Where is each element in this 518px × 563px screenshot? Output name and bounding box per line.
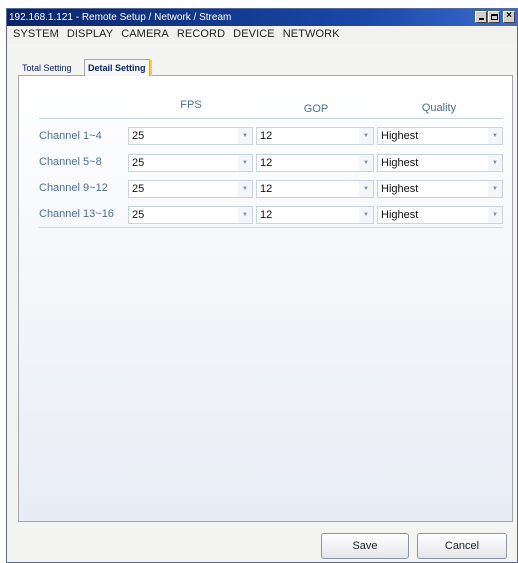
client-area: Total Setting Detail Setting FPS GOP Qua…	[7, 44, 517, 562]
channel-row-label: Channel 9~12	[39, 182, 108, 194]
gop-column-header: GOP	[303, 103, 329, 115]
tab-detail-setting[interactable]: Detail Setting	[84, 59, 152, 76]
menu-display[interactable]: DISPLAY	[63, 26, 117, 43]
fps-value: 25	[132, 130, 145, 142]
remote-setup-window: 192.168.1.121 - Remote Setup / Network /…	[6, 8, 518, 563]
gop-value: 12	[260, 130, 273, 142]
dropdown-arrow-icon[interactable]: ▼	[238, 155, 252, 171]
quality-value: Highest	[381, 183, 419, 195]
fps-select[interactable]: 25 ▼	[128, 127, 253, 145]
window-title: 192.168.1.121 - Remote Setup / Network /…	[9, 12, 232, 23]
close-icon: ×	[506, 10, 512, 21]
dropdown-arrow-icon[interactable]: ▼	[359, 155, 373, 171]
menu-camera[interactable]: CAMERA	[117, 26, 173, 43]
dropdown-arrow-icon[interactable]: ▼	[488, 181, 502, 197]
dropdown-arrow-icon[interactable]: ▼	[359, 207, 373, 223]
minimize-button[interactable]	[475, 11, 487, 23]
dropdown-arrow-icon[interactable]: ▼	[238, 181, 252, 197]
dropdown-arrow-icon[interactable]: ▼	[488, 128, 502, 144]
quality-column-header: Quality	[421, 102, 457, 114]
quality-select[interactable]: Highest ▼	[377, 127, 503, 145]
gop-select[interactable]: 12 ▼	[256, 206, 374, 224]
fps-select[interactable]: 25 ▼	[128, 206, 253, 224]
quality-select[interactable]: Highest ▼	[377, 206, 503, 224]
fps-select[interactable]: 25 ▼	[128, 154, 253, 172]
fps-value: 25	[132, 183, 145, 195]
quality-value: Highest	[381, 157, 419, 169]
gop-value: 12	[260, 209, 273, 221]
dropdown-arrow-icon[interactable]: ▼	[238, 128, 252, 144]
menu-system[interactable]: SYSTEM	[9, 26, 63, 43]
menu-record[interactable]: RECORD	[173, 26, 229, 43]
fps-value: 25	[132, 157, 145, 169]
dropdown-arrow-icon[interactable]: ▼	[488, 155, 502, 171]
channel-row-label: Channel 5~8	[39, 156, 102, 168]
dropdown-arrow-icon[interactable]: ▼	[488, 207, 502, 223]
minimize-icon	[479, 18, 484, 20]
table-bottom-divider	[39, 227, 503, 228]
quality-value: Highest	[381, 130, 419, 142]
maximize-icon	[491, 14, 498, 20]
window-controls: ×	[475, 10, 515, 23]
menu-bar: SYSTEM DISPLAY CAMERA RECORD DEVICE NETW…	[7, 26, 517, 43]
dropdown-arrow-icon[interactable]: ▼	[359, 181, 373, 197]
quality-select[interactable]: Highest ▼	[377, 180, 503, 198]
gop-select[interactable]: 12 ▼	[256, 180, 374, 198]
quality-value: Highest	[381, 209, 419, 221]
quality-select[interactable]: Highest ▼	[377, 154, 503, 172]
fps-value: 25	[132, 209, 145, 221]
menu-network[interactable]: NETWORK	[279, 26, 344, 43]
gop-select[interactable]: 12 ▼	[256, 154, 374, 172]
save-button[interactable]: Save	[321, 533, 409, 559]
gop-value: 12	[260, 157, 273, 169]
menu-device[interactable]: DEVICE	[229, 26, 279, 43]
fps-column-header: FPS	[180, 99, 202, 111]
gop-select[interactable]: 12 ▼	[256, 127, 374, 145]
tab-total-setting[interactable]: Total Setting	[19, 61, 75, 76]
fps-select[interactable]: 25 ▼	[128, 180, 253, 198]
close-button[interactable]: ×	[503, 10, 515, 23]
dropdown-arrow-icon[interactable]: ▼	[238, 207, 252, 223]
header-divider	[39, 118, 503, 119]
cancel-button[interactable]: Cancel	[417, 533, 507, 559]
channel-row-label: Channel 13~16	[39, 208, 114, 220]
channel-row-label: Channel 1~4	[39, 130, 102, 142]
maximize-button[interactable]	[488, 11, 500, 23]
title-bar[interactable]: 192.168.1.121 - Remote Setup / Network /…	[7, 9, 517, 26]
dropdown-arrow-icon[interactable]: ▼	[359, 128, 373, 144]
gop-value: 12	[260, 183, 273, 195]
